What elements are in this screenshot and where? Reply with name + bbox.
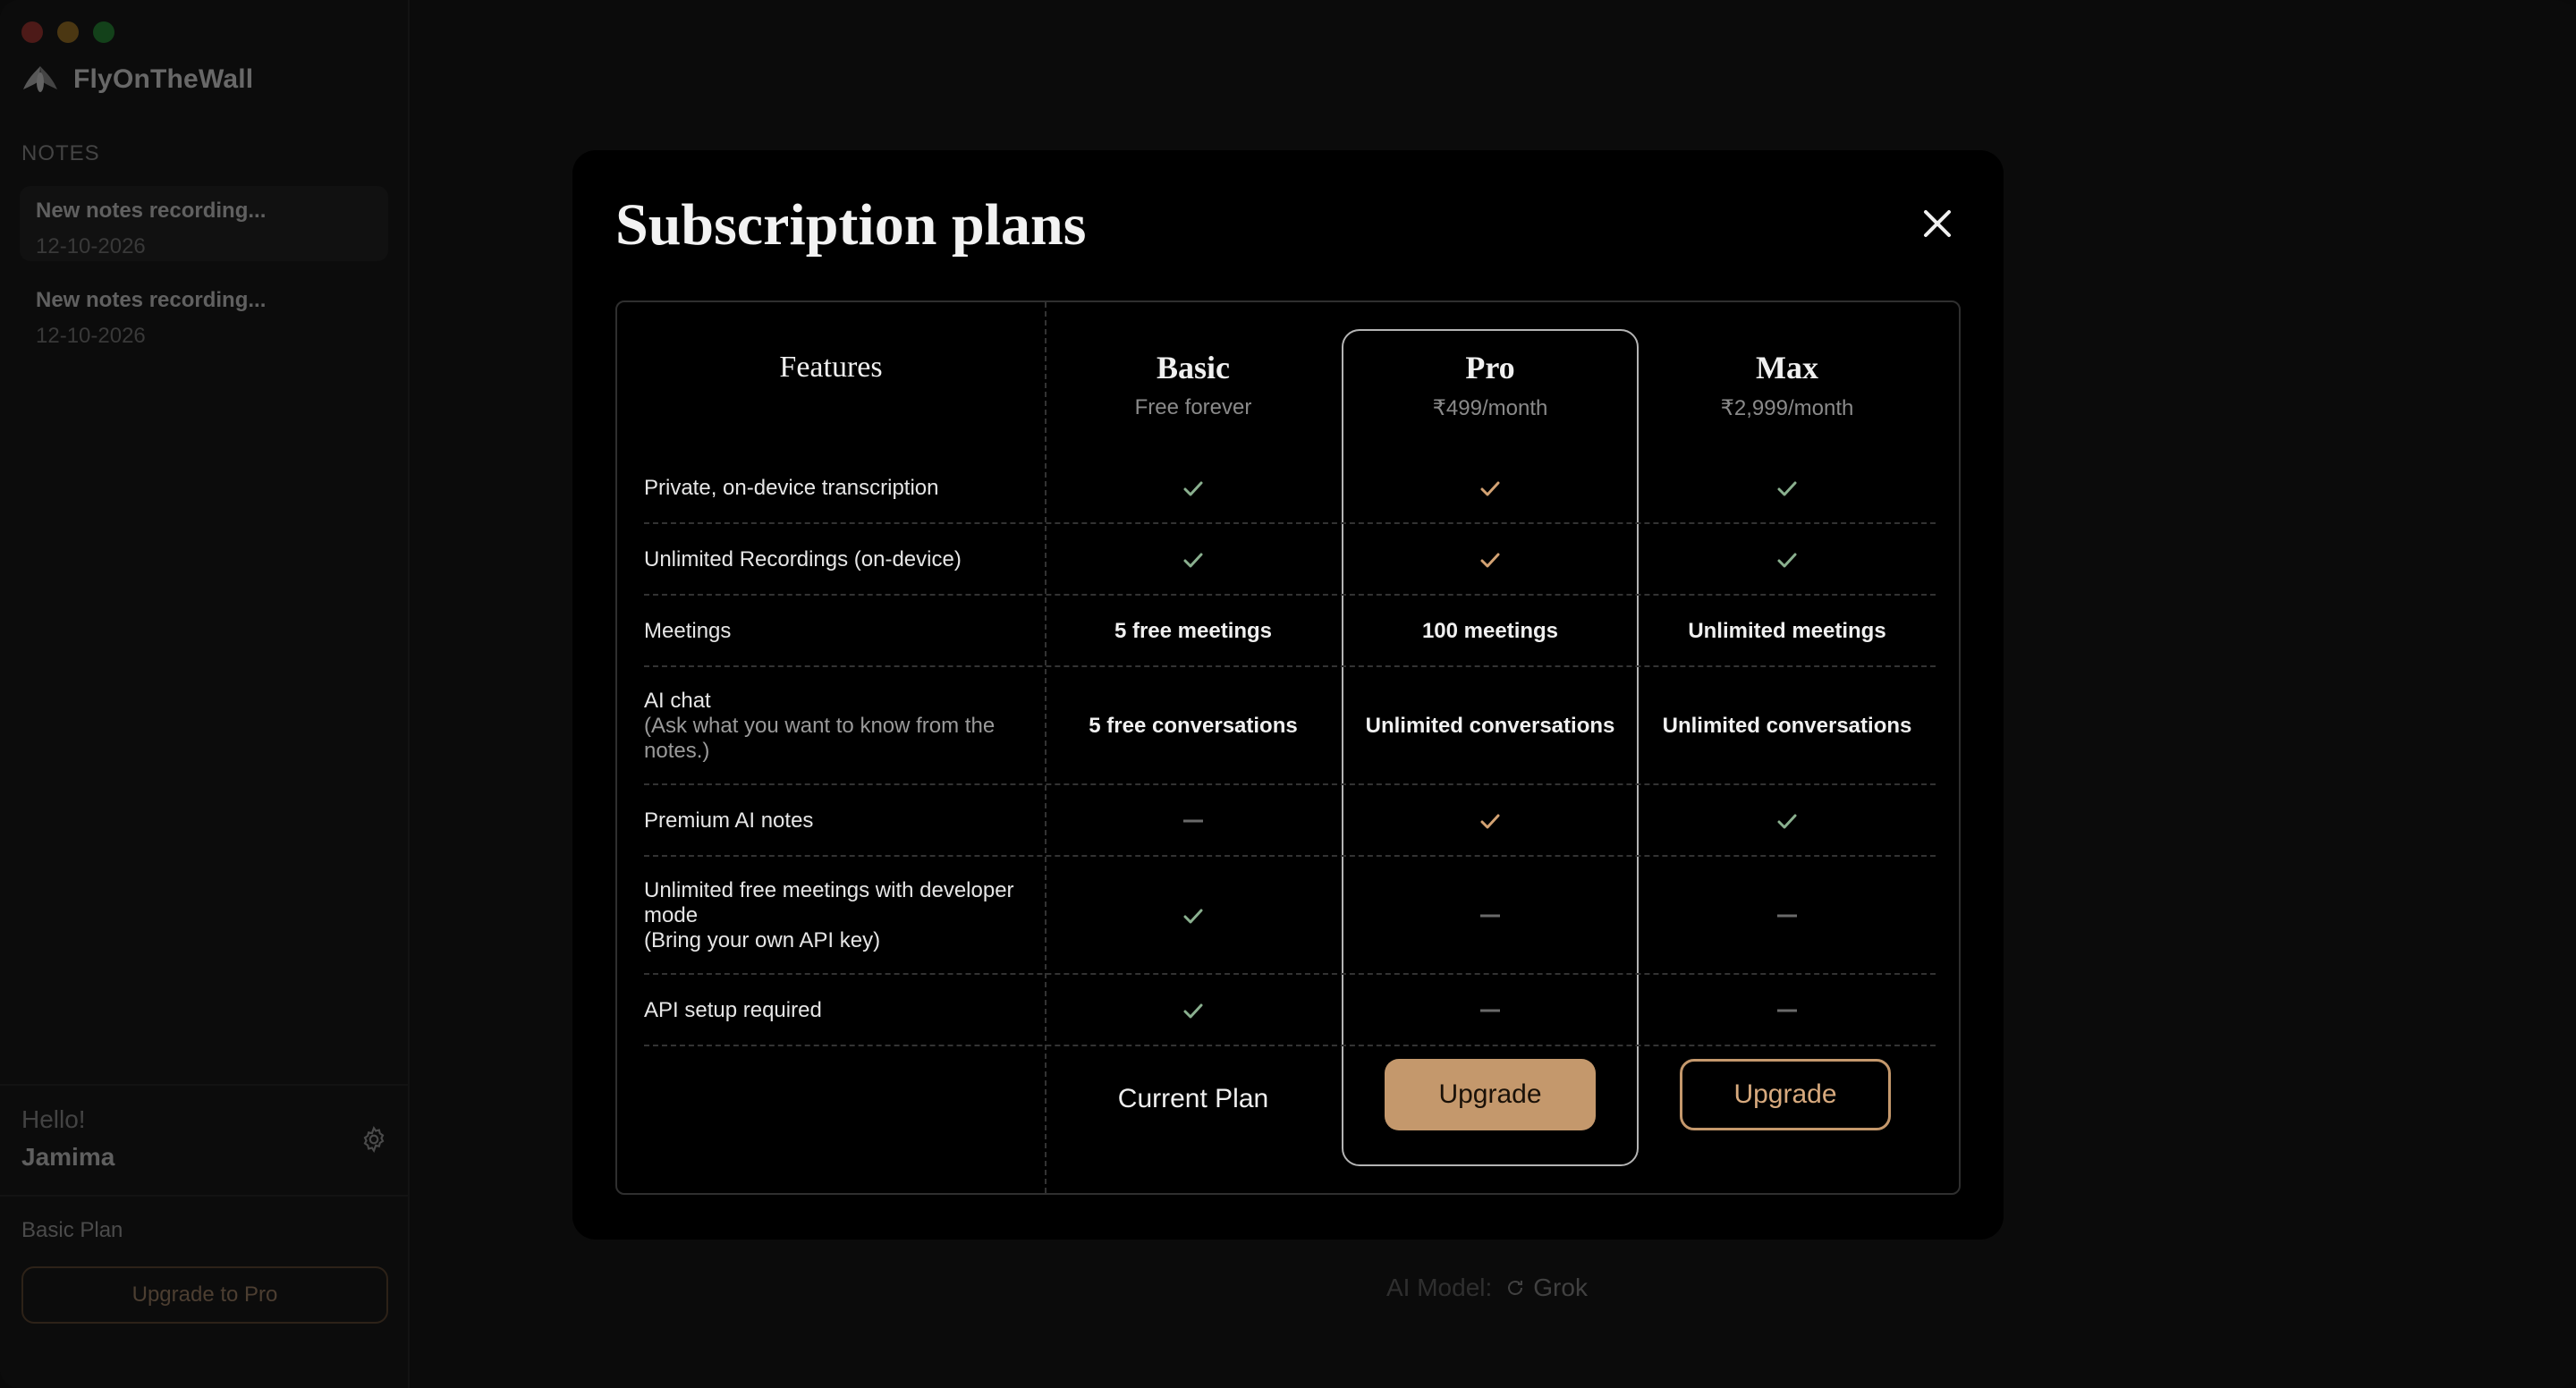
feature-name: Private, on-device transcription: [644, 476, 1029, 501]
upgrade-max-button[interactable]: Upgrade: [1680, 1059, 1891, 1130]
plan-header-basic: Basic Free forever: [1045, 349, 1342, 420]
plan-name: Pro: [1465, 350, 1515, 385]
dash-icon: [1639, 997, 1936, 1024]
feature-name: API setup required: [644, 998, 1029, 1023]
feature-label: Unlimited free meetings with developer m…: [644, 878, 1014, 927]
feature-label: API setup required: [644, 998, 822, 1022]
check-icon: [1639, 808, 1936, 834]
check-icon: [1045, 902, 1342, 929]
check-icon: [1045, 475, 1342, 502]
check-icon: [1045, 997, 1342, 1024]
check-icon: [1342, 808, 1639, 834]
modal-title: Subscription plans: [615, 192, 1087, 258]
current-plan-indicator: Current Plan: [1117, 1084, 1269, 1113]
plan-value: 5 free meetings: [1114, 619, 1273, 643]
check-icon: [1342, 475, 1639, 502]
subscription-modal: Subscription plans Features Basic Free f…: [572, 150, 2004, 1240]
upgrade-pro-button[interactable]: Upgrade: [1385, 1059, 1596, 1130]
feature-row: Unlimited Recordings (on-device): [644, 524, 1936, 596]
plan-value: Unlimited conversations: [1662, 714, 1912, 738]
plan-value: Unlimited meetings: [1688, 619, 1886, 643]
plan-value: Unlimited conversations: [1365, 714, 1615, 738]
dash-icon: [1342, 902, 1639, 929]
feature-row: Private, on-device transcription: [644, 453, 1936, 524]
app-window: FlyOnTheWall NOTES New notes recording..…: [0, 0, 2576, 1388]
feature-label: Premium AI notes: [644, 808, 814, 833]
dash-icon: [1342, 997, 1639, 1024]
feature-row: API setup required: [644, 975, 1936, 1046]
feature-label: AI chat: [644, 689, 711, 713]
check-icon: [1045, 546, 1342, 573]
feature-name: AI chat (Ask what you want to know from t…: [644, 689, 1029, 764]
plan-name: Basic: [1156, 350, 1230, 385]
feature-name: Unlimited free meetings with developer m…: [644, 878, 1029, 953]
plan-value: 100 meetings: [1421, 619, 1559, 643]
feature-row: Meetings 5 free meetings 100 meetings Unlim…: [644, 596, 1936, 667]
check-icon: [1639, 475, 1936, 502]
feature-row: AI chat (Ask what you want to know from t…: [644, 667, 1936, 785]
plan-name: Max: [1756, 350, 1818, 385]
feature-name: Meetings: [644, 619, 1029, 644]
check-icon: [1639, 546, 1936, 573]
plan-header-max: Max ₹2,999/month: [1639, 349, 1936, 421]
dash-icon: [1045, 808, 1342, 834]
plans-table: Features Basic Free forever Pro ₹499/mon…: [615, 300, 1961, 1195]
feature-name: Unlimited Recordings (on-device): [644, 547, 1029, 572]
feature-sublabel: (Bring your own API key): [644, 928, 881, 952]
check-icon: [1342, 546, 1639, 573]
feature-row: Premium AI notes: [644, 785, 1936, 857]
feature-label: Unlimited Recordings (on-device): [644, 547, 962, 571]
plan-price: ₹499/month: [1432, 396, 1548, 420]
plan-header-pro: Pro ₹499/month: [1342, 349, 1639, 421]
feature-label: Meetings: [644, 619, 732, 643]
feature-name: Premium AI notes: [644, 808, 1029, 834]
feature-row: Unlimited free meetings with developer m…: [644, 857, 1936, 975]
feature-sublabel: (Ask what you want to know from the note…: [644, 714, 996, 763]
feature-label: Private, on-device transcription: [644, 476, 939, 500]
plan-price: Free forever: [1134, 395, 1252, 419]
close-icon[interactable]: [1918, 204, 1957, 243]
features-header: Features: [779, 351, 883, 384]
dash-icon: [1639, 902, 1936, 929]
plan-value: 5 free conversations: [1089, 714, 1298, 738]
row-divider: [644, 1045, 1936, 1046]
plan-price: ₹2,999/month: [1720, 396, 1854, 420]
